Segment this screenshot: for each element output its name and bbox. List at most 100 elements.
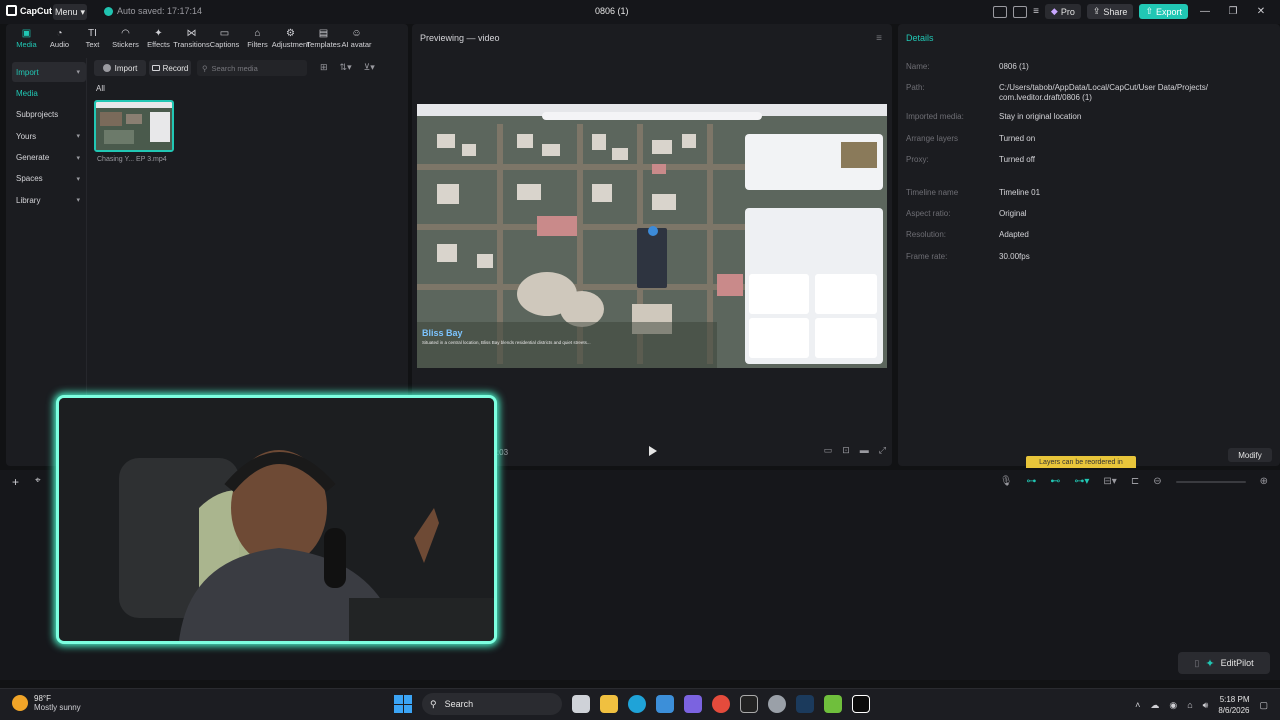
close-icon[interactable]: ✕: [1250, 6, 1272, 17]
tab-adjustment[interactable]: ⚙ Adjustment: [272, 28, 310, 50]
tab-filters[interactable]: ⌂ Filters: [241, 28, 274, 50]
fullscreen-icon[interactable]: ⤢: [879, 445, 886, 456]
zoom-in-icon[interactable]: ⊕: [1260, 476, 1268, 487]
media-clip-thumbnail[interactable]: [94, 100, 174, 152]
sidebar-item-media[interactable]: Media: [12, 83, 86, 103]
volume-icon[interactable]: 🔊︎: [1203, 700, 1209, 711]
menu-button[interactable]: Menu ▾: [53, 4, 87, 20]
details-title: Details: [906, 33, 934, 43]
zoom-out-icon[interactable]: ⊖: [1153, 476, 1161, 487]
tab-label: Filters: [247, 40, 268, 49]
preview-axis-icon[interactable]: ⊏: [1131, 476, 1139, 487]
tab-stickers[interactable]: ◠ Stickers: [109, 28, 142, 50]
detail-key: Proxy:: [906, 155, 929, 164]
video-frame[interactable]: Bliss Bay Situated in a central location…: [417, 104, 887, 368]
sidebar-item-subprojects[interactable]: Subprojects: [12, 105, 86, 125]
shortcut-icon[interactable]: [1013, 5, 1028, 18]
autosave-status: Auto saved: 17:17:14: [104, 6, 202, 16]
tray-chevron-icon[interactable]: ˄: [1135, 700, 1140, 710]
modify-button[interactable]: Modify: [1228, 448, 1272, 462]
windows-start-icon[interactable]: [394, 695, 412, 713]
import-icon: [102, 64, 111, 72]
crop-icon[interactable]: ⊡: [842, 445, 850, 456]
zoom-slider[interactable]: [1175, 480, 1246, 483]
maximize-icon[interactable]: ❐: [1222, 6, 1244, 17]
record-button[interactable]: Record: [149, 60, 191, 76]
chevron-down-icon: ▾: [76, 175, 80, 183]
sidebar-item-library[interactable]: Library ▾: [12, 190, 86, 210]
play-icon[interactable]: [649, 446, 657, 456]
file-explorer-icon[interactable]: [600, 695, 618, 713]
sparkle-icon: ✦: [1205, 657, 1215, 670]
minimize-icon[interactable]: —: [1194, 6, 1216, 17]
editpilot-button[interactable]: ▯ ✦ EditPilot: [1178, 652, 1270, 674]
chrome-icon[interactable]: [712, 695, 730, 713]
filter-icon[interactable]: ⊻▾: [364, 62, 375, 73]
tab-audio[interactable]: ◔ Audio: [43, 28, 76, 50]
preview-menu-icon[interactable]: ≡: [876, 33, 882, 44]
export-button[interactable]: ⇧ Export: [1139, 4, 1188, 19]
notifications-icon[interactable]: ▢: [1259, 700, 1268, 711]
pro-button[interactable]: ◆ Pro: [1044, 4, 1081, 19]
tray-app-icon[interactable]: ☁: [1150, 700, 1159, 711]
discord-icon[interactable]: [684, 695, 702, 713]
timeline-toolbar: 🎙︎ ⊶ ⊷ ⊶▾ ⊟▾ ⊏ ⊖ ⊕: [1000, 476, 1268, 487]
detail-row: Frame rate: 30.00fps: [906, 252, 1272, 262]
location-description: Situated in a central location, Bliss Ba…: [422, 340, 591, 345]
autosave-text: Auto saved: 17:17:14: [117, 6, 203, 16]
tab-media[interactable]: ▣ Media: [10, 28, 43, 50]
tray-app2-icon[interactable]: ◉: [1169, 700, 1177, 711]
sidebar-item-yours[interactable]: Yours ▾: [12, 126, 86, 146]
tab-label: Audio: [49, 40, 70, 49]
capcut-active-icon[interactable]: [852, 695, 870, 713]
filter-all-tab[interactable]: All: [96, 84, 105, 93]
tab-transitions[interactable]: ⋈ Transitions: [173, 28, 209, 50]
sidebar-item-import[interactable]: Import ▾: [12, 62, 86, 82]
tab-effects[interactable]: ✦ Effects: [142, 28, 175, 50]
import-label: Import: [114, 63, 138, 73]
task-view-icon[interactable]: [572, 695, 590, 713]
import-button[interactable]: Import: [94, 60, 146, 76]
split-view-icon[interactable]: ⊟▾: [1103, 476, 1116, 487]
share-button[interactable]: ⇪ Share: [1086, 4, 1134, 19]
media-search-input[interactable]: ⚲ Search media: [197, 60, 307, 76]
microphone-icon[interactable]: 🎙︎: [1000, 476, 1013, 487]
weather-widget[interactable]: 98°F Mostly sunny: [12, 694, 81, 712]
layout-icon[interactable]: [993, 5, 1008, 18]
taskbar-search[interactable]: ⚲ Search: [422, 693, 562, 715]
tab-label: Media: [16, 40, 37, 49]
magnet-icon[interactable]: ⊷: [1050, 476, 1060, 487]
detail-key: Timeline name: [906, 188, 959, 197]
temperature: 98°F: [34, 694, 51, 703]
zoom-fit-icon[interactable]: ▬: [860, 445, 869, 456]
add-track-icon[interactable]: +: [12, 475, 19, 489]
steam-icon[interactable]: [796, 695, 814, 713]
sidebar-item-generate[interactable]: Generate ▾: [12, 148, 86, 168]
sidebar-item-spaces[interactable]: Spaces ▾: [12, 169, 86, 189]
detail-value: 0806 (1): [999, 62, 1029, 71]
detail-value: Original: [999, 209, 1027, 218]
detail-value: Adapted: [999, 230, 1029, 239]
network-icon[interactable]: ⌂: [1187, 700, 1192, 710]
edge-icon[interactable]: [628, 695, 646, 713]
settings-icon[interactable]: [768, 695, 786, 713]
view-toggle-icon[interactable]: ⊞: [320, 62, 328, 73]
photos-icon[interactable]: [656, 695, 674, 713]
sidebar-item-label: Yours: [16, 131, 37, 141]
snap-icon[interactable]: ⊶▾: [1074, 476, 1089, 487]
hamburger-icon[interactable]: ≡: [1033, 6, 1039, 17]
clock[interactable]: 5:18 PM 8/6/2026: [1218, 694, 1249, 716]
sort-icon[interactable]: ⇅▾: [340, 62, 352, 73]
ratio-icon[interactable]: ▭: [824, 445, 833, 456]
game-icon[interactable]: [824, 695, 842, 713]
select-cursor-icon[interactable]: ⌖: [35, 475, 41, 489]
tab-text[interactable]: TI Text: [76, 28, 109, 50]
tab-templates[interactable]: ▤ Templates: [306, 28, 340, 50]
media-sidebar: Import ▾ Media Subprojects Yours ▾ Generate ▾ Sp…: [12, 62, 86, 212]
capcut-app-icon[interactable]: [740, 695, 758, 713]
chevron-down-icon: ▾: [76, 69, 80, 76]
preview-title: Previewing — video: [420, 33, 500, 43]
tab-captions[interactable]: ▭ Captions: [208, 28, 241, 50]
link-clips-icon[interactable]: ⊶: [1026, 476, 1036, 487]
tab-ai-avatar[interactable]: ☺ AI avatar: [340, 28, 373, 50]
